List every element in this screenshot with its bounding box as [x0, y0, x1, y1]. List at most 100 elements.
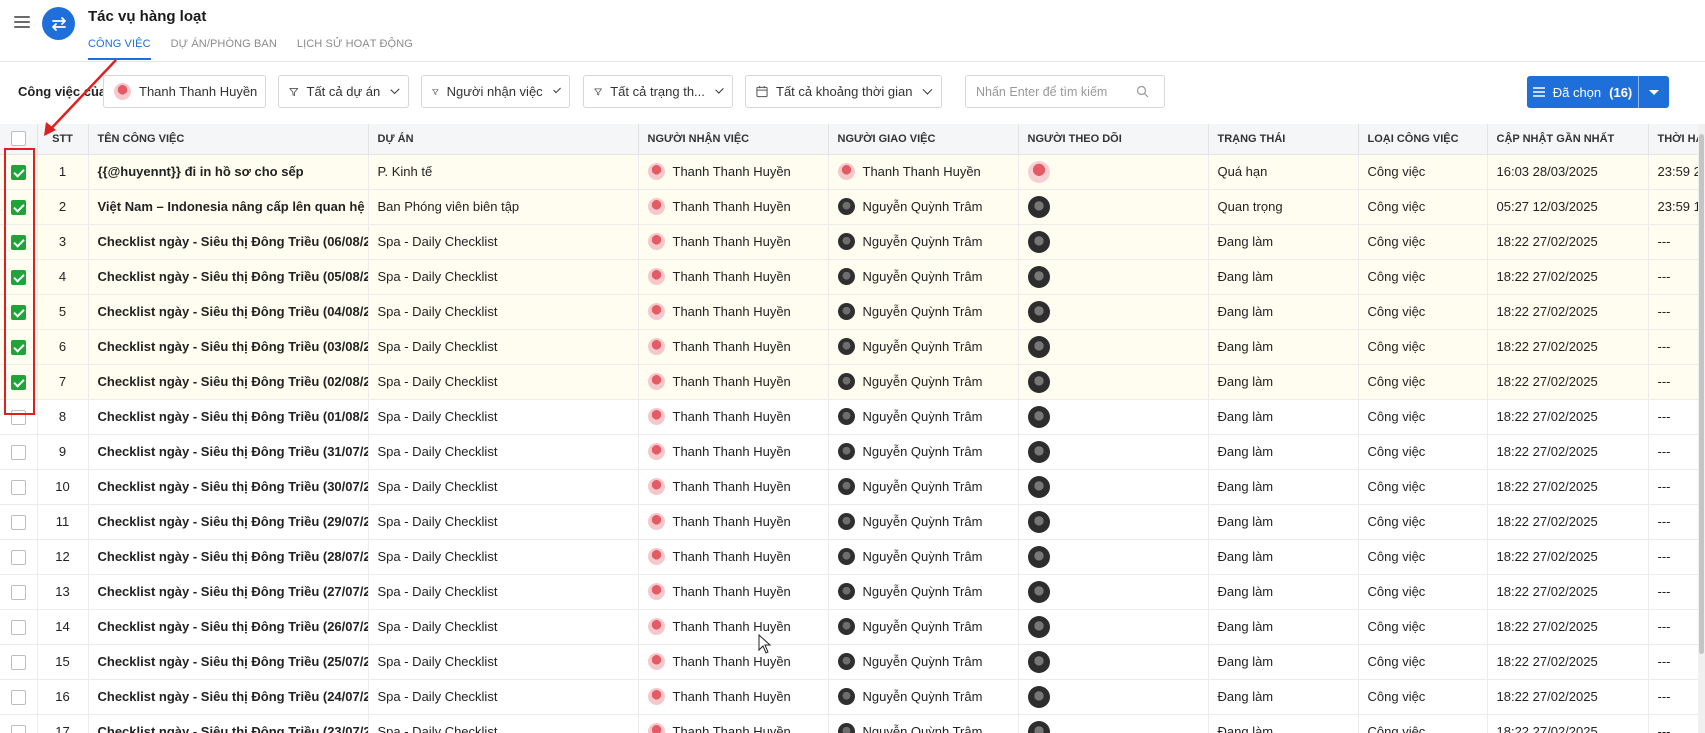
task-name-link[interactable]: Checklist ngày - Siêu thị Đông Triều (30… [88, 469, 369, 505]
row-checkbox[interactable] [10, 269, 26, 285]
assigner-avatar [837, 653, 855, 670]
follower-avatar[interactable] [1027, 685, 1050, 708]
assignee-avatar [647, 723, 665, 733]
column-header-deadline[interactable]: THỜI HẠ [1648, 124, 1705, 155]
follower-avatar[interactable] [1027, 335, 1050, 358]
project-filter-dropdown[interactable]: Tất cả dự án [278, 75, 409, 108]
task-name-link[interactable]: Checklist ngày - Siêu thị Đông Triều (28… [88, 539, 369, 575]
follower-avatar[interactable] [1027, 545, 1050, 568]
table-row[interactable]: 11 Checklist ngày - Siêu thị Đông Triều (… [0, 504, 1705, 540]
row-checkbox[interactable] [10, 234, 26, 250]
project-cell: Spa - Daily Checklist [368, 539, 639, 575]
assignee-filter-dropdown[interactable]: Người nhận việc [421, 75, 570, 108]
row-checkbox[interactable] [10, 479, 26, 495]
row-checkbox[interactable] [10, 339, 26, 355]
follower-avatar[interactable] [1027, 370, 1050, 393]
row-checkbox[interactable] [10, 689, 26, 705]
task-name-link[interactable]: Checklist ngày - Siêu thị Đông Triều (27… [88, 574, 369, 610]
select-all-checkbox[interactable] [10, 131, 26, 147]
search-icon[interactable] [1136, 85, 1149, 98]
row-checkbox[interactable] [10, 199, 26, 215]
tab-tasks[interactable]: CÔNG VIỆC [88, 38, 151, 60]
table-row[interactable]: 13 Checklist ngày - Siêu thị Đông Triều (… [0, 574, 1705, 610]
selected-count-button[interactable]: Đã chọn (16) [1527, 76, 1639, 108]
follower-avatar[interactable] [1027, 440, 1050, 463]
tab-activity-history[interactable]: LỊCH SỬ HOẠT ĐỘNG [297, 38, 413, 60]
follower-avatar[interactable] [1027, 510, 1050, 533]
table-row[interactable]: 16 Checklist ngày - Siêu thị Đông Triều (… [0, 679, 1705, 715]
table-row[interactable]: 1 {{@huyennt}} đi in hồ sơ cho sếp P. Kinh… [0, 154, 1705, 190]
follower-avatar[interactable] [1027, 475, 1050, 498]
follower-avatar[interactable] [1027, 230, 1050, 253]
task-name-link[interactable]: Checklist ngày - Siêu thị Đông Triều (03… [88, 329, 369, 365]
task-name-link[interactable]: Checklist ngày - Siêu thị Đông Triều (01… [88, 399, 369, 435]
task-name-link[interactable]: Checklist ngày - Siêu thị Đông Triều (24… [88, 679, 369, 715]
table-row[interactable]: 7 Checklist ngày - Siêu thị Đông Triều (0… [0, 364, 1705, 400]
task-name-link[interactable]: Checklist ngày - Siêu thị Đông Triều (06… [88, 224, 369, 260]
column-header-status[interactable]: TRẠNG THÁI [1208, 124, 1359, 155]
task-name-link[interactable]: {{@huyennt}} đi in hồ sơ cho sếp [88, 154, 369, 190]
vertical-scrollbar[interactable] [1698, 124, 1705, 733]
column-header-task-name[interactable]: TÊN CÔNG VIỆC [88, 124, 369, 155]
task-name-link[interactable]: Checklist ngày - Siêu thị Đông Triều (29… [88, 504, 369, 540]
selected-actions-dropdown[interactable] [1639, 76, 1669, 108]
row-checkbox[interactable] [10, 409, 26, 425]
task-name-link[interactable]: Checklist ngày - Siêu thị Đông Triều (26… [88, 609, 369, 645]
row-checkbox[interactable] [10, 619, 26, 635]
table-row[interactable]: 9 Checklist ngày - Siêu thị Đông Triều (3… [0, 434, 1705, 470]
status-filter-dropdown[interactable]: Tất cả trạng th... [583, 75, 733, 108]
row-checkbox[interactable] [10, 444, 26, 460]
search-input[interactable] [976, 84, 1136, 99]
selected-actions-button[interactable]: Đã chọn (16) [1527, 76, 1669, 108]
column-header-followers[interactable]: NGƯỜI THEO DÕI [1018, 124, 1209, 155]
column-header-task-type[interactable]: LOẠI CÔNG VIỆC [1358, 124, 1488, 155]
follower-avatar[interactable] [1027, 650, 1050, 673]
hamburger-menu-icon[interactable] [14, 16, 30, 30]
time-range-filter-dropdown[interactable]: Tất cả khoảng thời gian [745, 75, 942, 108]
task-name-link[interactable]: Checklist ngày - Siêu thị Đông Triều (04… [88, 294, 369, 330]
follower-avatar[interactable] [1027, 195, 1050, 218]
table-row[interactable]: 3 Checklist ngày - Siêu thị Đông Triều (0… [0, 224, 1705, 260]
follower-avatar[interactable] [1027, 160, 1050, 183]
row-checkbox[interactable] [10, 164, 26, 180]
row-checkbox[interactable] [10, 514, 26, 530]
follower-avatar[interactable] [1027, 615, 1050, 638]
table-row[interactable]: 14 Checklist ngày - Siêu thị Đông Triều (… [0, 609, 1705, 645]
task-name-link[interactable]: Checklist ngày - Siêu thị Đông Triều (31… [88, 434, 369, 470]
column-header-assignee[interactable]: NGƯỜI NHẬN VIỆC [638, 124, 829, 155]
task-name-link[interactable]: Checklist ngày - Siêu thị Đông Triều (05… [88, 259, 369, 295]
table-row[interactable]: 4 Checklist ngày - Siêu thị Đông Triều (0… [0, 259, 1705, 295]
follower-avatar[interactable] [1027, 580, 1050, 603]
row-checkbox[interactable] [10, 374, 26, 390]
task-name-link[interactable]: Checklist ngày - Siêu thị Đông Triều (02… [88, 364, 369, 400]
row-checkbox[interactable] [10, 584, 26, 600]
column-header-last-updated[interactable]: CẬP NHẬT GẦN NHẤT [1487, 124, 1649, 155]
table-row[interactable]: 6 Checklist ngày - Siêu thị Đông Triều (0… [0, 329, 1705, 365]
follower-avatar[interactable] [1027, 265, 1050, 288]
table-row[interactable]: 10 Checklist ngày - Siêu thị Đông Triều (… [0, 469, 1705, 505]
owner-avatar [114, 83, 131, 100]
table-row[interactable]: 5 Checklist ngày - Siêu thị Đông Triều (0… [0, 294, 1705, 330]
row-checkbox[interactable] [10, 549, 26, 565]
table-row[interactable]: 8 Checklist ngày - Siêu thị Đông Triều (0… [0, 399, 1705, 435]
table-row[interactable]: 2 Việt Nam – Indonesia nâng cấp lên quan … [0, 189, 1705, 225]
column-header-stt[interactable]: STT [37, 124, 89, 155]
row-checkbox[interactable] [10, 304, 26, 320]
column-header-project[interactable]: DỰ ÁN [368, 124, 639, 155]
task-name-link[interactable]: Checklist ngày - Siêu thị Đông Triều (25… [88, 644, 369, 680]
table-row[interactable]: 12 Checklist ngày - Siêu thị Đông Triều (… [0, 539, 1705, 575]
follower-avatar[interactable] [1027, 300, 1050, 323]
tab-projects-departments[interactable]: DỰ ÁN/PHÒNG BAN [171, 38, 277, 60]
task-name-link[interactable]: Việt Nam – Indonesia nâng cấp lên quan h… [88, 189, 369, 225]
row-checkbox[interactable] [10, 654, 26, 670]
row-checkbox[interactable] [10, 724, 26, 733]
scrollbar-thumb[interactable] [1699, 134, 1704, 654]
owner-filter-button[interactable]: Thanh Thanh Huyền [103, 75, 266, 108]
follower-avatar[interactable] [1027, 405, 1050, 428]
table-row[interactable]: 17 Checklist ngày - Siêu thị Đông Triều (… [0, 714, 1705, 733]
table-row[interactable]: 15 Checklist ngày - Siêu thị Đông Triều (… [0, 644, 1705, 680]
assignee-name: Thanh Thanh Huyền [672, 409, 791, 424]
task-name-link[interactable]: Checklist ngày - Siêu thị Đông Triều (23… [88, 714, 369, 733]
follower-avatar[interactable] [1027, 720, 1050, 733]
column-header-assigner[interactable]: NGƯỜI GIAO VIỆC [828, 124, 1019, 155]
